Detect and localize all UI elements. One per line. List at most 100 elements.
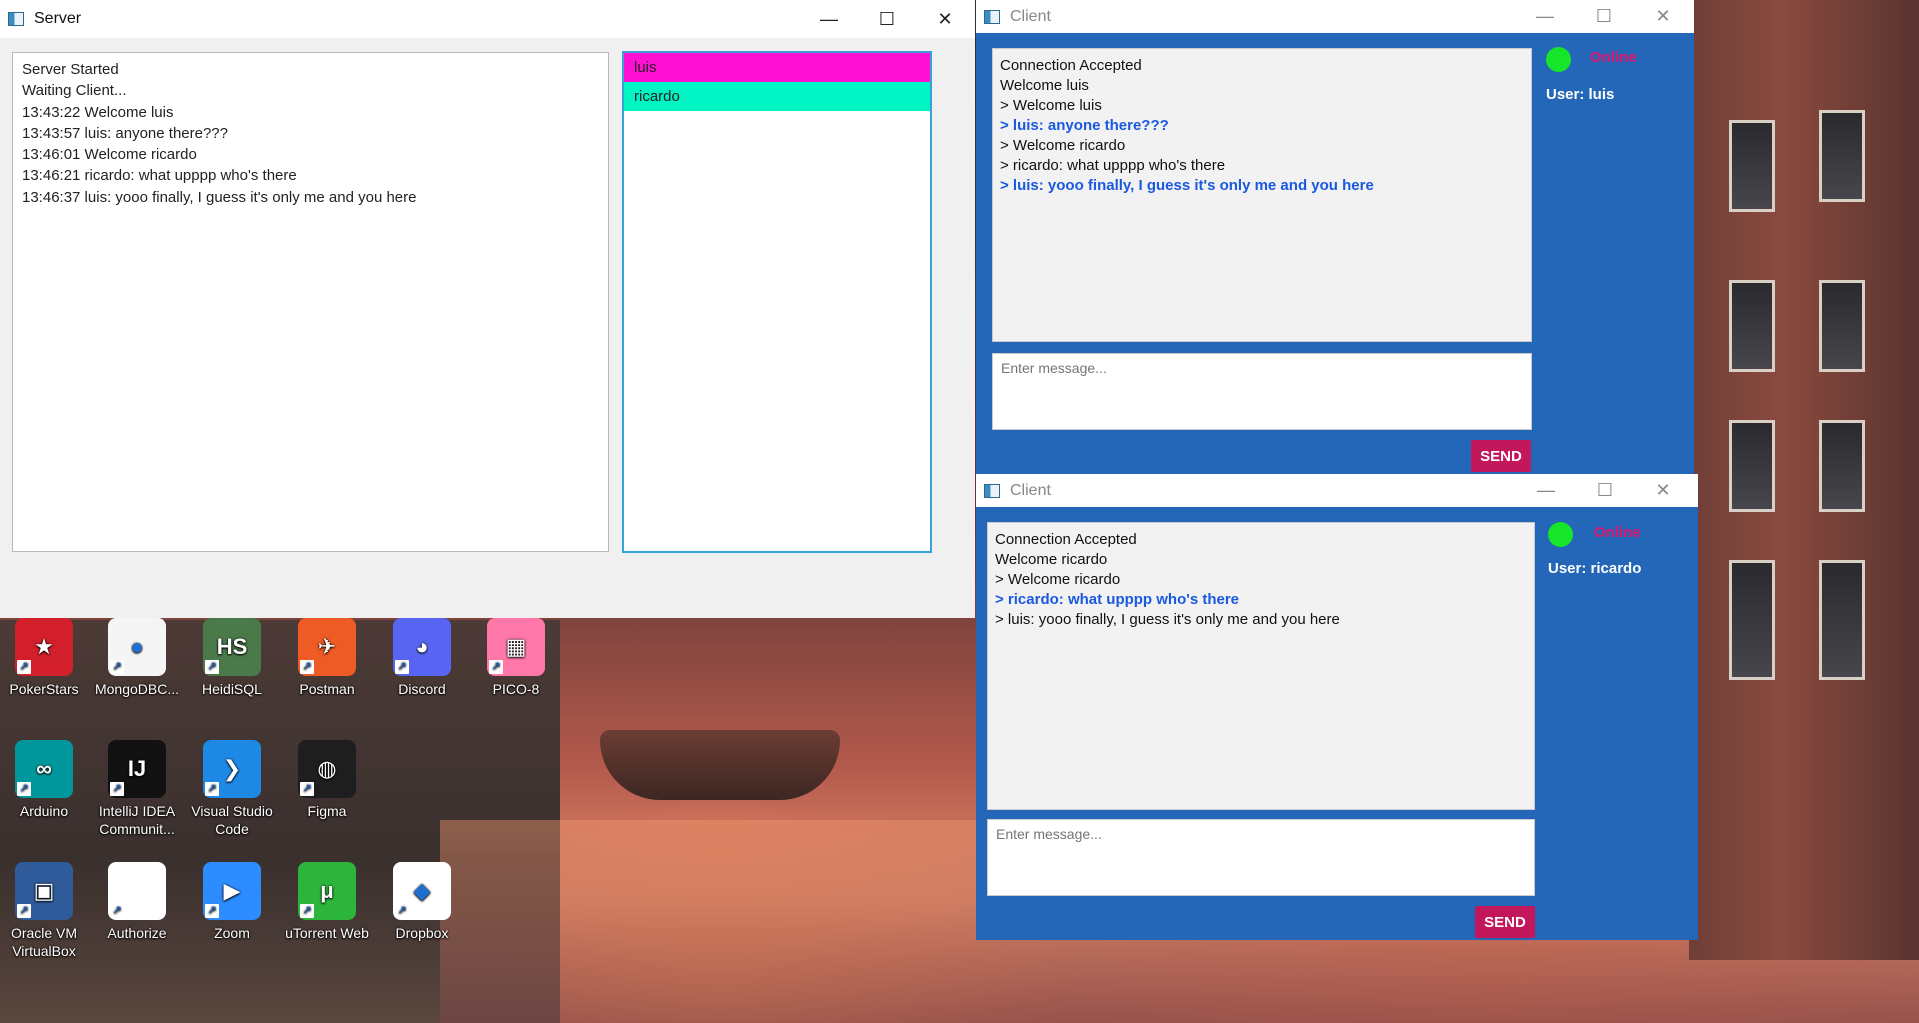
desktop-shortcut-label: Dropbox xyxy=(395,925,449,941)
shortcut-arrow-icon: ↗ xyxy=(205,904,219,918)
chat-message: > ricardo: what upppp who's there xyxy=(995,591,1240,608)
arduino-icon: ∞ ↗ xyxy=(15,740,73,798)
desktop-shortcut-label: IntelliJ IDEA Communit... xyxy=(98,803,176,837)
send-button[interactable]: SEND xyxy=(1471,440,1531,472)
desktop-shortcut-label: PokerStars xyxy=(9,681,79,697)
desktop-shortcut[interactable]: ✈ ↗ Postman xyxy=(281,618,373,698)
figma-icon: ◍ ↗ xyxy=(298,740,356,798)
intellij-icon: IJ ↗ xyxy=(108,740,166,798)
shortcut-arrow-icon: ↗ xyxy=(489,660,503,674)
log-line: 13:46:37 luis: yooo finally, I guess it'… xyxy=(22,188,417,206)
shortcut-arrow-icon: ↗ xyxy=(395,904,409,918)
user-list-item-luis[interactable]: luis xyxy=(624,53,930,82)
connected-users-list[interactable]: luis ricardo xyxy=(622,51,932,553)
close-button[interactable]: ✕ xyxy=(1634,0,1692,33)
desktop-shortcut[interactable]: ▣ ↗ Oracle VM VirtualBox xyxy=(0,862,90,960)
java-app-icon xyxy=(8,12,24,26)
client-titlebar[interactable]: Client — ☐ ✕ xyxy=(976,0,1694,33)
chat-message: > Welcome luis xyxy=(1000,97,1102,114)
maximize-button[interactable]: ☐ xyxy=(858,0,916,38)
desktop-shortcut[interactable]: ◕ ↗ Discord xyxy=(376,618,468,698)
maximize-button[interactable]: ☐ xyxy=(1575,0,1633,33)
client-titlebar[interactable]: Client — ☐ ✕ xyxy=(976,474,1698,507)
shortcut-arrow-icon: ↗ xyxy=(17,904,31,918)
chat-message: > luis: yooo finally, I guess it's only … xyxy=(1000,177,1374,194)
desktop-shortcut-label: Discord xyxy=(398,681,446,697)
shortcut-arrow-icon: ↗ xyxy=(110,904,124,918)
log-line: 13:46:01 Welcome ricardo xyxy=(22,146,197,164)
client-window-ricardo[interactable]: Client — ☐ ✕ Connection Accepted Welcome … xyxy=(976,474,1698,940)
chat-history[interactable]: Connection Accepted Welcome ricardo > Welc… xyxy=(987,522,1535,810)
desktop-shortcut[interactable]: ❯ ↗ Visual Studio Code xyxy=(186,740,278,838)
shortcut-arrow-icon: ↗ xyxy=(300,782,314,796)
shortcut-arrow-icon: ↗ xyxy=(17,782,31,796)
wallpaper-boat xyxy=(600,730,840,800)
log-line: Waiting Client... xyxy=(22,82,127,100)
desktop-shortcut[interactable]: ∞ ↗ Arduino xyxy=(0,740,90,820)
desktop-shortcut-label: Visual Studio Code xyxy=(191,803,273,837)
chat-message: Welcome luis xyxy=(1000,77,1089,94)
shortcut-arrow-icon: ↗ xyxy=(395,660,409,674)
online-status-label: Online xyxy=(1590,49,1637,66)
desktop-shortcut[interactable]: ◆ ↗ Dropbox xyxy=(376,862,468,942)
shortcut-arrow-icon: ↗ xyxy=(110,782,124,796)
desktop-shortcut[interactable]: HS ↗ HeidiSQL xyxy=(186,618,278,698)
chat-history[interactable]: Connection Accepted Welcome luis > Welcome… xyxy=(992,48,1532,342)
zoom-icon: ▶ ↗ xyxy=(203,862,261,920)
dropbox-icon: ◆ ↗ xyxy=(393,862,451,920)
discord-icon: ◕ ↗ xyxy=(393,618,451,676)
desktop-shortcut-label: Zoom xyxy=(214,925,250,941)
wallpaper-building xyxy=(1689,0,1919,960)
current-user-label: User: luis xyxy=(1546,86,1615,103)
message-input[interactable] xyxy=(992,353,1532,430)
minimize-button[interactable]: — xyxy=(800,0,858,38)
desktop-shortcut-label: PICO-8 xyxy=(492,681,540,697)
client-window-luis[interactable]: Client — ☐ ✕ Connection Accepted Welcome … xyxy=(976,0,1694,475)
desktop-shortcut[interactable]: ▦ ↗ PICO-8 xyxy=(470,618,562,698)
close-button[interactable]: ✕ xyxy=(916,0,974,38)
close-button[interactable]: ✕ xyxy=(1634,474,1692,507)
minimize-button[interactable]: — xyxy=(1516,0,1574,33)
online-status-dot xyxy=(1546,47,1571,72)
desktop-shortcut[interactable]: IJ ↗ IntelliJ IDEA Communit... xyxy=(91,740,183,838)
server-titlebar[interactable]: Server — ☐ ✕ xyxy=(0,0,975,38)
postman-icon: ✈ ↗ xyxy=(298,618,356,676)
server-log-area[interactable]: Server Started Waiting Client... 13:43:2… xyxy=(12,52,609,552)
desktop-shortcut[interactable]: ▶ ↗ Zoom xyxy=(186,862,278,942)
chat-message: > Welcome ricardo xyxy=(995,571,1121,588)
log-line: 13:43:57 luis: anyone there??? xyxy=(22,124,228,142)
log-line: Server Started xyxy=(22,61,119,78)
chat-message: Welcome ricardo xyxy=(995,551,1108,568)
chat-message: Connection Accepted xyxy=(1000,57,1142,74)
send-button[interactable]: SEND xyxy=(1475,906,1535,938)
user-list-item-ricardo[interactable]: ricardo xyxy=(624,82,930,111)
maximize-button[interactable]: ☐ xyxy=(1576,474,1634,507)
chat-message: > ricardo: what upppp who's there xyxy=(1000,157,1226,174)
chat-message: > luis: anyone there??? xyxy=(1000,117,1169,134)
java-app-icon xyxy=(984,9,1000,24)
desktop-shortcut-label: Arduino xyxy=(19,803,69,819)
client-window-title: Client xyxy=(1010,481,1051,499)
server-window[interactable]: Server — ☐ ✕ Server Started Waiting Clie… xyxy=(0,0,975,618)
log-line: 13:43:22 Welcome luis xyxy=(22,103,174,121)
online-status-dot xyxy=(1548,522,1573,547)
server-window-title: Server xyxy=(34,10,82,27)
pokerstars-icon: ★ ↗ xyxy=(15,618,73,676)
message-input[interactable] xyxy=(987,819,1535,896)
desktop-shortcut-label: Authorize xyxy=(107,925,167,941)
client-window-title: Client xyxy=(1010,7,1051,25)
shortcut-arrow-icon: ↗ xyxy=(110,660,124,674)
desktop-shortcut-label: Postman xyxy=(299,681,355,697)
desktop-shortcut[interactable]: μ ↗ uTorrent Web xyxy=(281,862,373,942)
desktop-shortcut-label: Oracle VM VirtualBox xyxy=(10,925,78,959)
mongodb-compass-icon: ● ↗ xyxy=(108,618,166,676)
current-user-label: User: ricardo xyxy=(1548,560,1642,577)
desktop-shortcut[interactable]: ↗ Authorize xyxy=(91,862,183,942)
desktop-shortcut[interactable]: ◍ ↗ Figma xyxy=(281,740,373,820)
vscode-icon: ❯ ↗ xyxy=(203,740,261,798)
online-status-label: Online xyxy=(1594,524,1641,541)
desktop-shortcut[interactable]: ★ ↗ PokerStars xyxy=(0,618,90,698)
desktop-shortcut[interactable]: ● ↗ MongoDBC... xyxy=(91,618,183,698)
minimize-button[interactable]: — xyxy=(1517,474,1575,507)
desktop-shortcut-label: MongoDBC... xyxy=(94,681,180,697)
